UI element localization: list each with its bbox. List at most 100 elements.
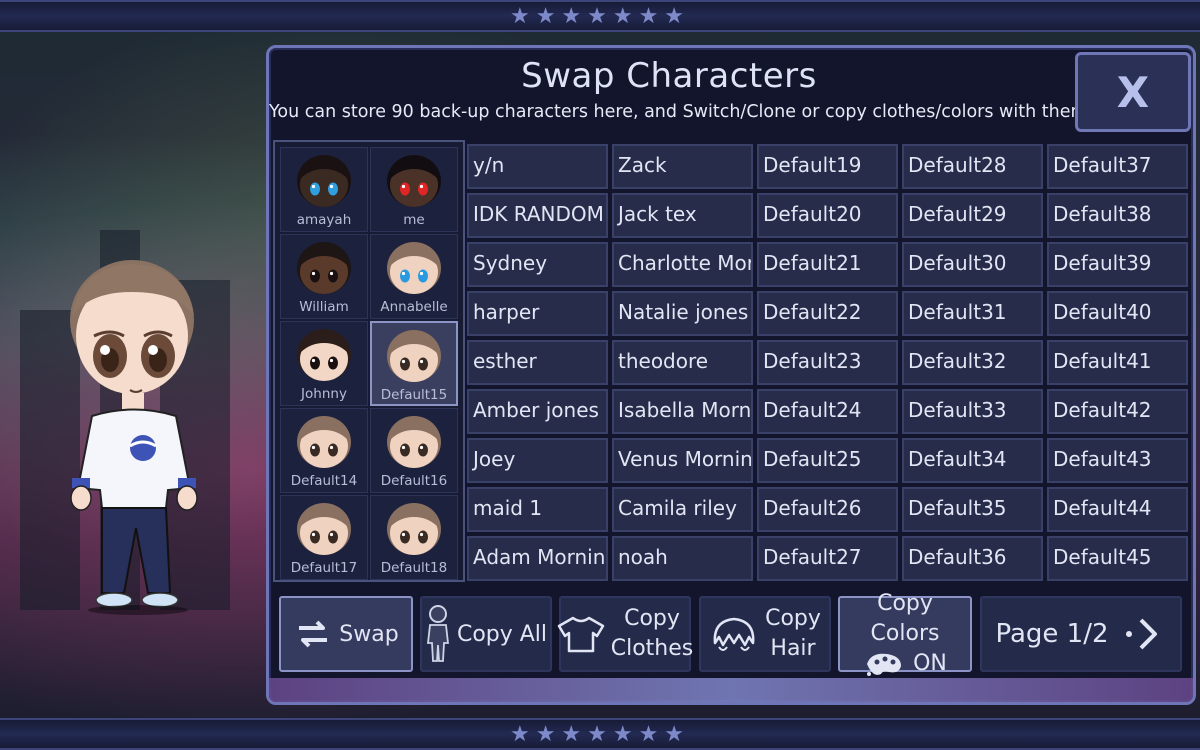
saved-character-cell[interactable]: Zack: [612, 144, 753, 189]
saved-character-cell[interactable]: Default40: [1047, 291, 1188, 336]
saved-character-cell[interactable]: Default41: [1047, 340, 1188, 385]
saved-character-cell[interactable]: Default37: [1047, 144, 1188, 189]
character-slot[interactable]: Default18: [370, 495, 458, 580]
swap-characters-dialog: Swap Characters You can store 90 back-up…: [266, 45, 1196, 705]
hair-icon: [713, 617, 755, 651]
slot-name: me: [403, 212, 425, 228]
copy-colors-label: Copy Colors: [870, 591, 940, 646]
saved-character-cell[interactable]: Default42: [1047, 389, 1188, 434]
saved-character-cell[interactable]: Default23: [757, 340, 898, 385]
saved-character-cell[interactable]: Default38: [1047, 193, 1188, 238]
saved-characters-table: y/n Zack Default19 Default28 Default37 IDK RA…: [467, 144, 1191, 582]
character-face-icon: [294, 151, 354, 211]
saved-character-cell[interactable]: Default20: [757, 193, 898, 238]
character-slot[interactable]: Default16: [370, 408, 458, 493]
copy-colors-toggle[interactable]: Copy Colors ON: [838, 591, 972, 676]
saved-character-cell[interactable]: esther: [467, 340, 608, 385]
saved-character-cell[interactable]: Natalie jones: [612, 291, 753, 336]
top-decor-bar: ★★★★★★★: [0, 0, 1200, 32]
saved-character-cell[interactable]: Default43: [1047, 438, 1188, 483]
character-slot[interactable]: Default15: [370, 321, 458, 406]
saved-character-cell[interactable]: Default29: [902, 193, 1043, 238]
saved-character-cell[interactable]: Sydney: [467, 242, 608, 287]
saved-character-cell[interactable]: theodore: [612, 340, 753, 385]
slot-name: Default15: [380, 387, 448, 403]
slot-name: Default17: [290, 560, 358, 576]
page-indicator: Page 1/2: [995, 618, 1109, 649]
character-slot[interactable]: Default17: [280, 495, 368, 580]
dialog-subtitle: You can store 90 back-up characters here…: [269, 102, 1088, 122]
saved-character-cell[interactable]: Default34: [902, 438, 1043, 483]
saved-character-cell[interactable]: Charlotte Morning: [612, 242, 753, 287]
character-face-icon: [384, 412, 444, 472]
character-preview[interactable]: [50, 258, 220, 618]
stars-decor: ★★★★★★★: [509, 721, 691, 747]
saved-character-cell[interactable]: Isabella Morning: [612, 389, 753, 434]
saved-character-cell[interactable]: IDK RANDOM: [467, 193, 608, 238]
saved-character-cell[interactable]: Adam Morning: [467, 536, 608, 581]
body-outline-icon: [426, 605, 449, 662]
saved-character-cell[interactable]: Default45: [1047, 536, 1188, 581]
character-slot[interactable]: Annabelle: [370, 234, 458, 319]
saved-character-cell[interactable]: maid 1: [467, 487, 608, 532]
saved-character-cell[interactable]: Default36: [902, 536, 1043, 581]
saved-character-cell[interactable]: Default30: [902, 242, 1043, 287]
dialog-title: Swap Characters: [521, 56, 817, 96]
saved-character-cell[interactable]: harper: [467, 291, 608, 336]
saved-character-cell[interactable]: Default35: [902, 487, 1043, 532]
copy-hair-label-2: Hair: [770, 636, 816, 661]
saved-character-cell[interactable]: Default22: [757, 291, 898, 336]
saved-character-cell[interactable]: Default44: [1047, 487, 1188, 532]
character-face-icon: [294, 412, 354, 472]
swap-label: Swap: [339, 621, 399, 647]
action-bar: Swap Copy All Copy Clothes Copy Hair Cop…: [269, 591, 1193, 676]
character-slot[interactable]: amayah: [280, 147, 368, 232]
saved-character-cell[interactable]: Default32: [902, 340, 1043, 385]
copy-clothes-label-2: Clothes: [610, 636, 694, 661]
copy-all-button[interactable]: Copy All: [420, 596, 552, 672]
close-button[interactable]: X: [1075, 52, 1191, 132]
character-slot[interactable]: Johnny: [280, 321, 368, 406]
saved-character-cell[interactable]: Camila riley: [612, 487, 753, 532]
saved-character-cell[interactable]: Default26: [757, 487, 898, 532]
next-page-button[interactable]: Page 1/2: [980, 596, 1182, 672]
chevron-right-icon: [1125, 618, 1157, 650]
saved-character-cell[interactable]: Default21: [757, 242, 898, 287]
slot-name: Default18: [380, 560, 448, 576]
saved-character-cell[interactable]: Default31: [902, 291, 1043, 336]
saved-character-cell[interactable]: Default33: [902, 389, 1043, 434]
character-face-icon: [294, 238, 354, 298]
slot-name: William: [299, 299, 349, 315]
character-slot[interactable]: William: [280, 234, 368, 319]
bottom-decor-bar: ★★★★★★★: [0, 718, 1200, 750]
character-face-icon: [384, 326, 444, 386]
copy-hair-button[interactable]: Copy Hair: [699, 596, 831, 672]
shirt-icon: [557, 616, 604, 653]
character-slot[interactable]: me: [370, 147, 458, 232]
copy-hair-label-1: Copy: [765, 606, 821, 631]
swap-arrows-icon: [299, 620, 328, 648]
paint-palette-icon: [867, 653, 902, 676]
saved-character-cell[interactable]: Jack tex: [612, 193, 753, 238]
slot-name: amayah: [296, 212, 352, 228]
saved-character-cell[interactable]: Default19: [757, 144, 898, 189]
saved-character-cell[interactable]: Joey: [467, 438, 608, 483]
copy-clothes-button[interactable]: Copy Clothes: [557, 596, 694, 672]
saved-character-cell[interactable]: Default39: [1047, 242, 1188, 287]
saved-character-cell[interactable]: Amber jones: [467, 389, 608, 434]
stars-decor: ★★★★★★★: [509, 3, 691, 29]
saved-character-cell[interactable]: y/n: [467, 144, 608, 189]
close-icon: X: [1116, 67, 1150, 117]
saved-character-cell[interactable]: noah: [612, 536, 753, 581]
saved-character-cell[interactable]: Default27: [757, 536, 898, 581]
slot-name: Default14: [290, 473, 358, 489]
slot-name: Annabelle: [380, 299, 448, 315]
character-slots-grid: amayah me William Annabelle Johnny Default15 D…: [273, 140, 465, 582]
saved-character-cell[interactable]: Default24: [757, 389, 898, 434]
saved-character-cell[interactable]: Default25: [757, 438, 898, 483]
saved-character-cell[interactable]: Venus Morning: [612, 438, 753, 483]
character-face-icon: [384, 151, 444, 211]
character-slot[interactable]: Default14: [280, 408, 368, 493]
saved-character-cell[interactable]: Default28: [902, 144, 1043, 189]
swap-button[interactable]: Swap: [279, 596, 413, 672]
